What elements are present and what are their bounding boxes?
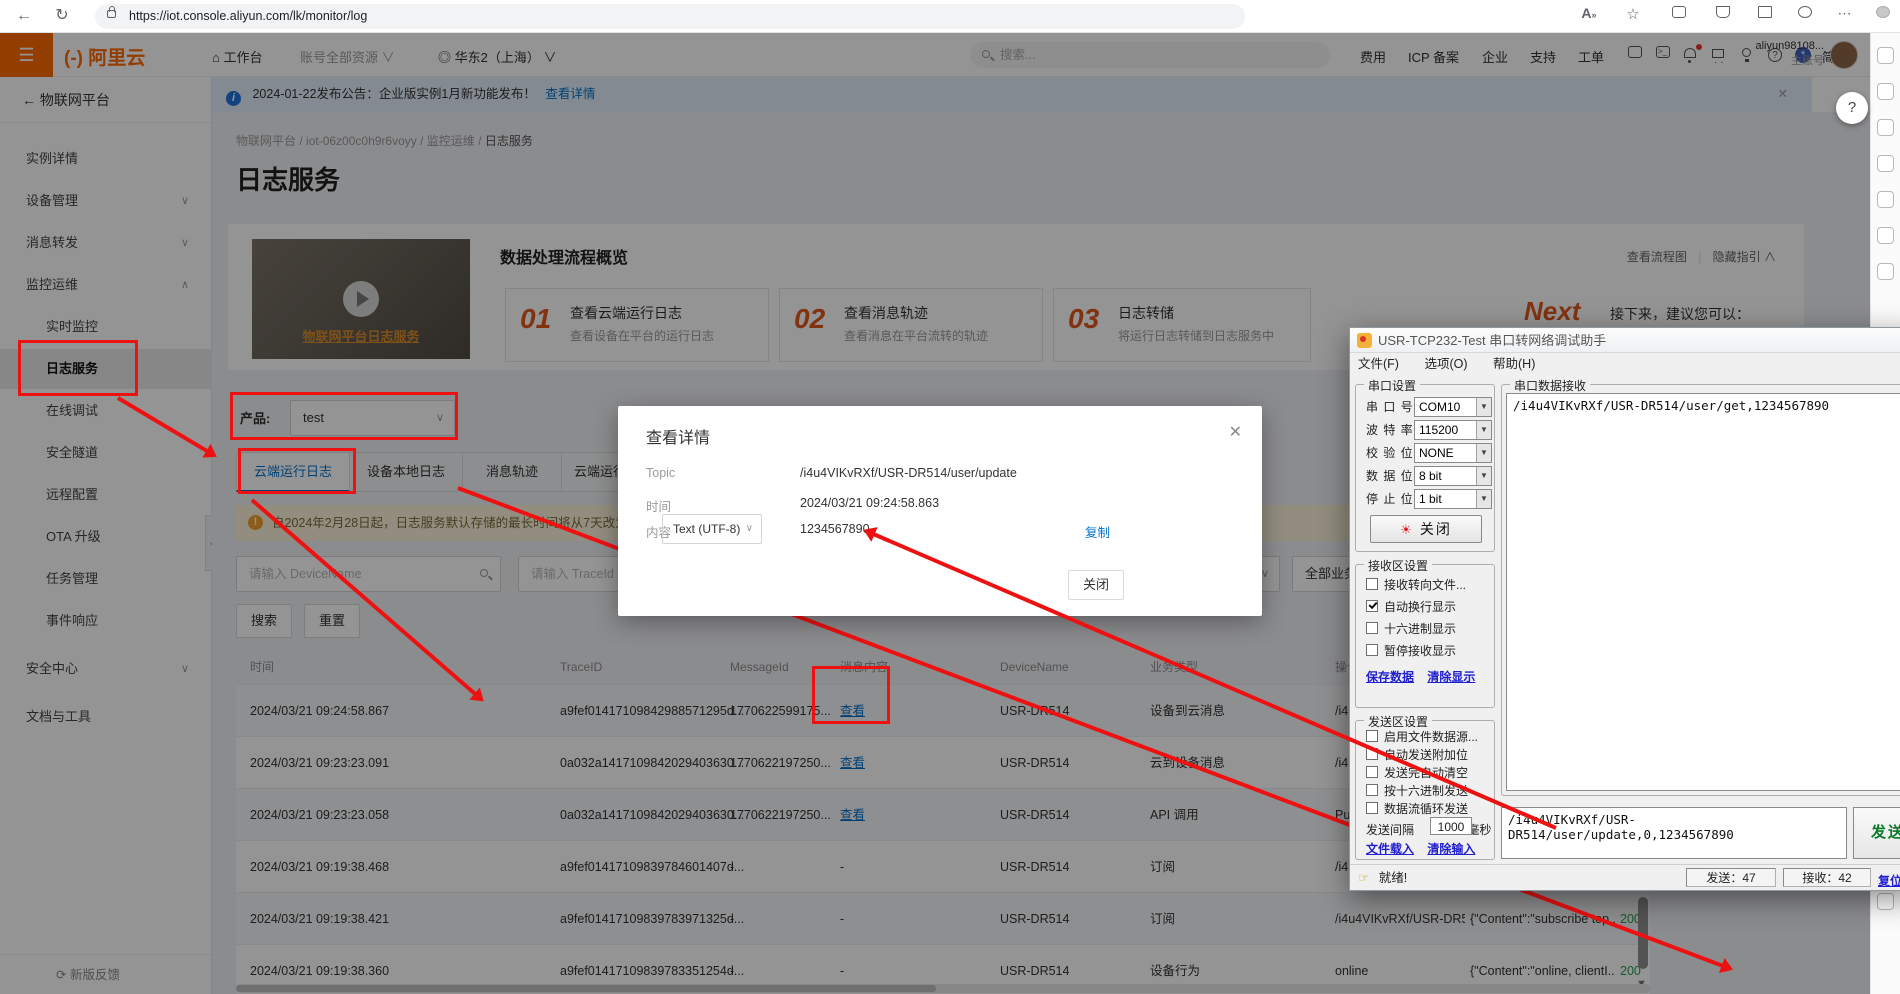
rail-icon-1[interactable] [1877, 47, 1894, 64]
interval-input[interactable]: 1000 [1430, 817, 1472, 835]
data-bits-label: 数 据 位 [1366, 466, 1414, 486]
stop-bits-select[interactable]: 1 bit▼ [1414, 489, 1492, 509]
serial-data-group: 串口数据接收 /i4u4VIKvRXf/USR-DR514/user/get,1… [1501, 384, 1900, 796]
recv-opt-hex[interactable]: 十六进制显示 [1366, 619, 1456, 639]
send-interval-row: 发送间隔 1000 毫秒 [1366, 820, 1491, 840]
parity-select[interactable]: NONE▼ [1414, 443, 1492, 463]
browser-bar: ← ↻ https://iot.console.aliyun.com/lk/mo… [0, 0, 1900, 33]
serial-close-button[interactable]: ☀关闭 [1370, 515, 1482, 543]
recv-opt-redirect[interactable]: 接收转向文件... [1366, 575, 1466, 595]
rail-icon-2[interactable] [1877, 83, 1894, 100]
annotation-box-product [230, 392, 458, 440]
back-icon[interactable]: ← [12, 4, 36, 28]
rail-icon-3[interactable] [1877, 119, 1894, 136]
modal-close-button[interactable]: 关闭 [1068, 570, 1124, 600]
checkbox-icon [1366, 730, 1378, 742]
modal-title: 查看详情 [646, 424, 710, 448]
url-bar[interactable]: https://iot.console.aliyun.com/lk/monito… [95, 4, 1245, 29]
split-screen-icon[interactable] [1668, 5, 1690, 21]
clear-display-link[interactable]: 清除显示 [1427, 670, 1475, 684]
usr-tcp232-window: USR-TCP232-Test 串口转网络调试助手 文件(F) 选项(O) 帮助… [1349, 327, 1900, 891]
rx-counter: 接收：42 [1783, 868, 1871, 887]
annotation-box-view [812, 666, 890, 724]
time-value: 2024/03/21 09:24:58.863 [800, 496, 939, 510]
url-text: https://iot.console.aliyun.com/lk/monito… [129, 9, 367, 23]
send-input[interactable]: /i4u4VIKvRXf/USR-DR514/user/update,0,123… [1501, 807, 1847, 859]
browser-profile-avatar[interactable] [1872, 5, 1894, 21]
refresh-icon[interactable]: ↻ [50, 4, 74, 28]
serial-port-select[interactable]: COM10▼ [1414, 397, 1492, 417]
load-file-link[interactable]: 文件载入 [1366, 842, 1414, 856]
checkbox-icon [1366, 578, 1378, 590]
annotation-box-log-service [18, 340, 138, 396]
receive-settings-group: 接收区设置 接收转向文件... 自动换行显示 十六进制显示 暂停接收显示 保存数… [1355, 564, 1495, 708]
baud-rate-select[interactable]: 115200▼ [1414, 420, 1492, 440]
menu-options[interactable]: 选项(O) [1424, 357, 1467, 371]
recv-opt-wrap[interactable]: 自动换行显示 [1366, 597, 1456, 617]
recv-opt-pause[interactable]: 暂停接收显示 [1366, 641, 1456, 661]
read-aloud-icon[interactable]: A» [1578, 5, 1600, 21]
checkbox-icon [1366, 644, 1378, 656]
send-opt-loop[interactable]: 数据流循环发送 [1366, 799, 1468, 819]
clear-input-link[interactable]: 清除输入 [1427, 842, 1475, 856]
menu-file[interactable]: 文件(F) [1358, 357, 1399, 371]
time-label: 时间 [646, 496, 671, 515]
topic-value: /i4u4VIKvRXf/USR-DR514/user/update [800, 466, 1017, 480]
close-icon[interactable]: ✕ [1229, 422, 1242, 442]
usr-status-bar: ☞ 就绪! 发送：47 接收：42 复位 [1350, 864, 1900, 890]
copy-link[interactable]: 复制 [1085, 522, 1110, 541]
parity-label: 校 验 位 [1366, 443, 1414, 463]
detail-modal: 查看详情 ✕ Topic /i4u4VIKvRXf/USR-DR514/user… [618, 406, 1262, 616]
baud-rate-label: 波 特 率 [1366, 420, 1414, 440]
usr-title-bar[interactable]: USR-TCP232-Test 串口转网络调试助手 [1350, 328, 1900, 353]
send-button[interactable]: 发送 [1853, 807, 1900, 859]
rail-icon-5[interactable] [1877, 191, 1894, 208]
pointer-icon: ☞ [1358, 871, 1369, 885]
collections-icon[interactable] [1754, 5, 1776, 21]
rail-icon-6[interactable] [1877, 227, 1894, 244]
data-bits-select[interactable]: 8 bit▼ [1414, 466, 1492, 486]
checkbox-icon [1366, 766, 1378, 778]
serial-settings-group: 串口设置 串 口 号 COM10▼ 波 特 率 115200▼ 校 验 位 NO… [1355, 384, 1495, 552]
encoding-select[interactable]: Text (UTF-8) ∨ [662, 514, 762, 544]
lock-icon [107, 10, 116, 18]
stop-bits-label: 停 止 位 [1366, 489, 1414, 509]
checkbox-icon [1366, 622, 1378, 634]
tx-counter: 发送：47 [1686, 868, 1776, 887]
rail-icon-7[interactable] [1877, 263, 1894, 280]
more-menu-icon[interactable]: ⋯ [1834, 5, 1856, 22]
status-led-icon: ☀ [1400, 522, 1414, 537]
rail-icon-4[interactable] [1877, 155, 1894, 172]
usr-menu-bar: 文件(F) 选项(O) 帮助(H) [1350, 353, 1900, 375]
rail-icon-tools[interactable] [1877, 893, 1894, 910]
send-opt-filesource[interactable]: 启用文件数据源... [1366, 727, 1478, 747]
serial-port-label: 串 口 号 [1366, 397, 1414, 417]
menu-help[interactable]: 帮助(H) [1493, 357, 1535, 371]
reset-counter-link[interactable]: 复位 [1878, 868, 1900, 894]
help-float-button[interactable]: ? [1836, 92, 1868, 124]
save-data-link[interactable]: 保存数据 [1366, 670, 1414, 684]
favorite-star-icon[interactable]: ☆ [1622, 5, 1644, 23]
screen: ← ↻ https://iot.console.aliyun.com/lk/mo… [0, 0, 1900, 994]
checkbox-checked-icon [1366, 600, 1378, 612]
usr-app-icon [1357, 333, 1372, 348]
favorites-icon[interactable] [1712, 5, 1734, 21]
receive-textarea[interactable]: /i4u4VIKvRXf/USR-DR514/user/get,12345678… [1506, 393, 1900, 791]
browser-essentials-icon[interactable] [1794, 5, 1816, 21]
topic-label: Topic [646, 466, 675, 480]
checkbox-icon [1366, 802, 1378, 814]
checkbox-icon [1366, 784, 1378, 796]
annotation-box-tab [238, 448, 356, 494]
